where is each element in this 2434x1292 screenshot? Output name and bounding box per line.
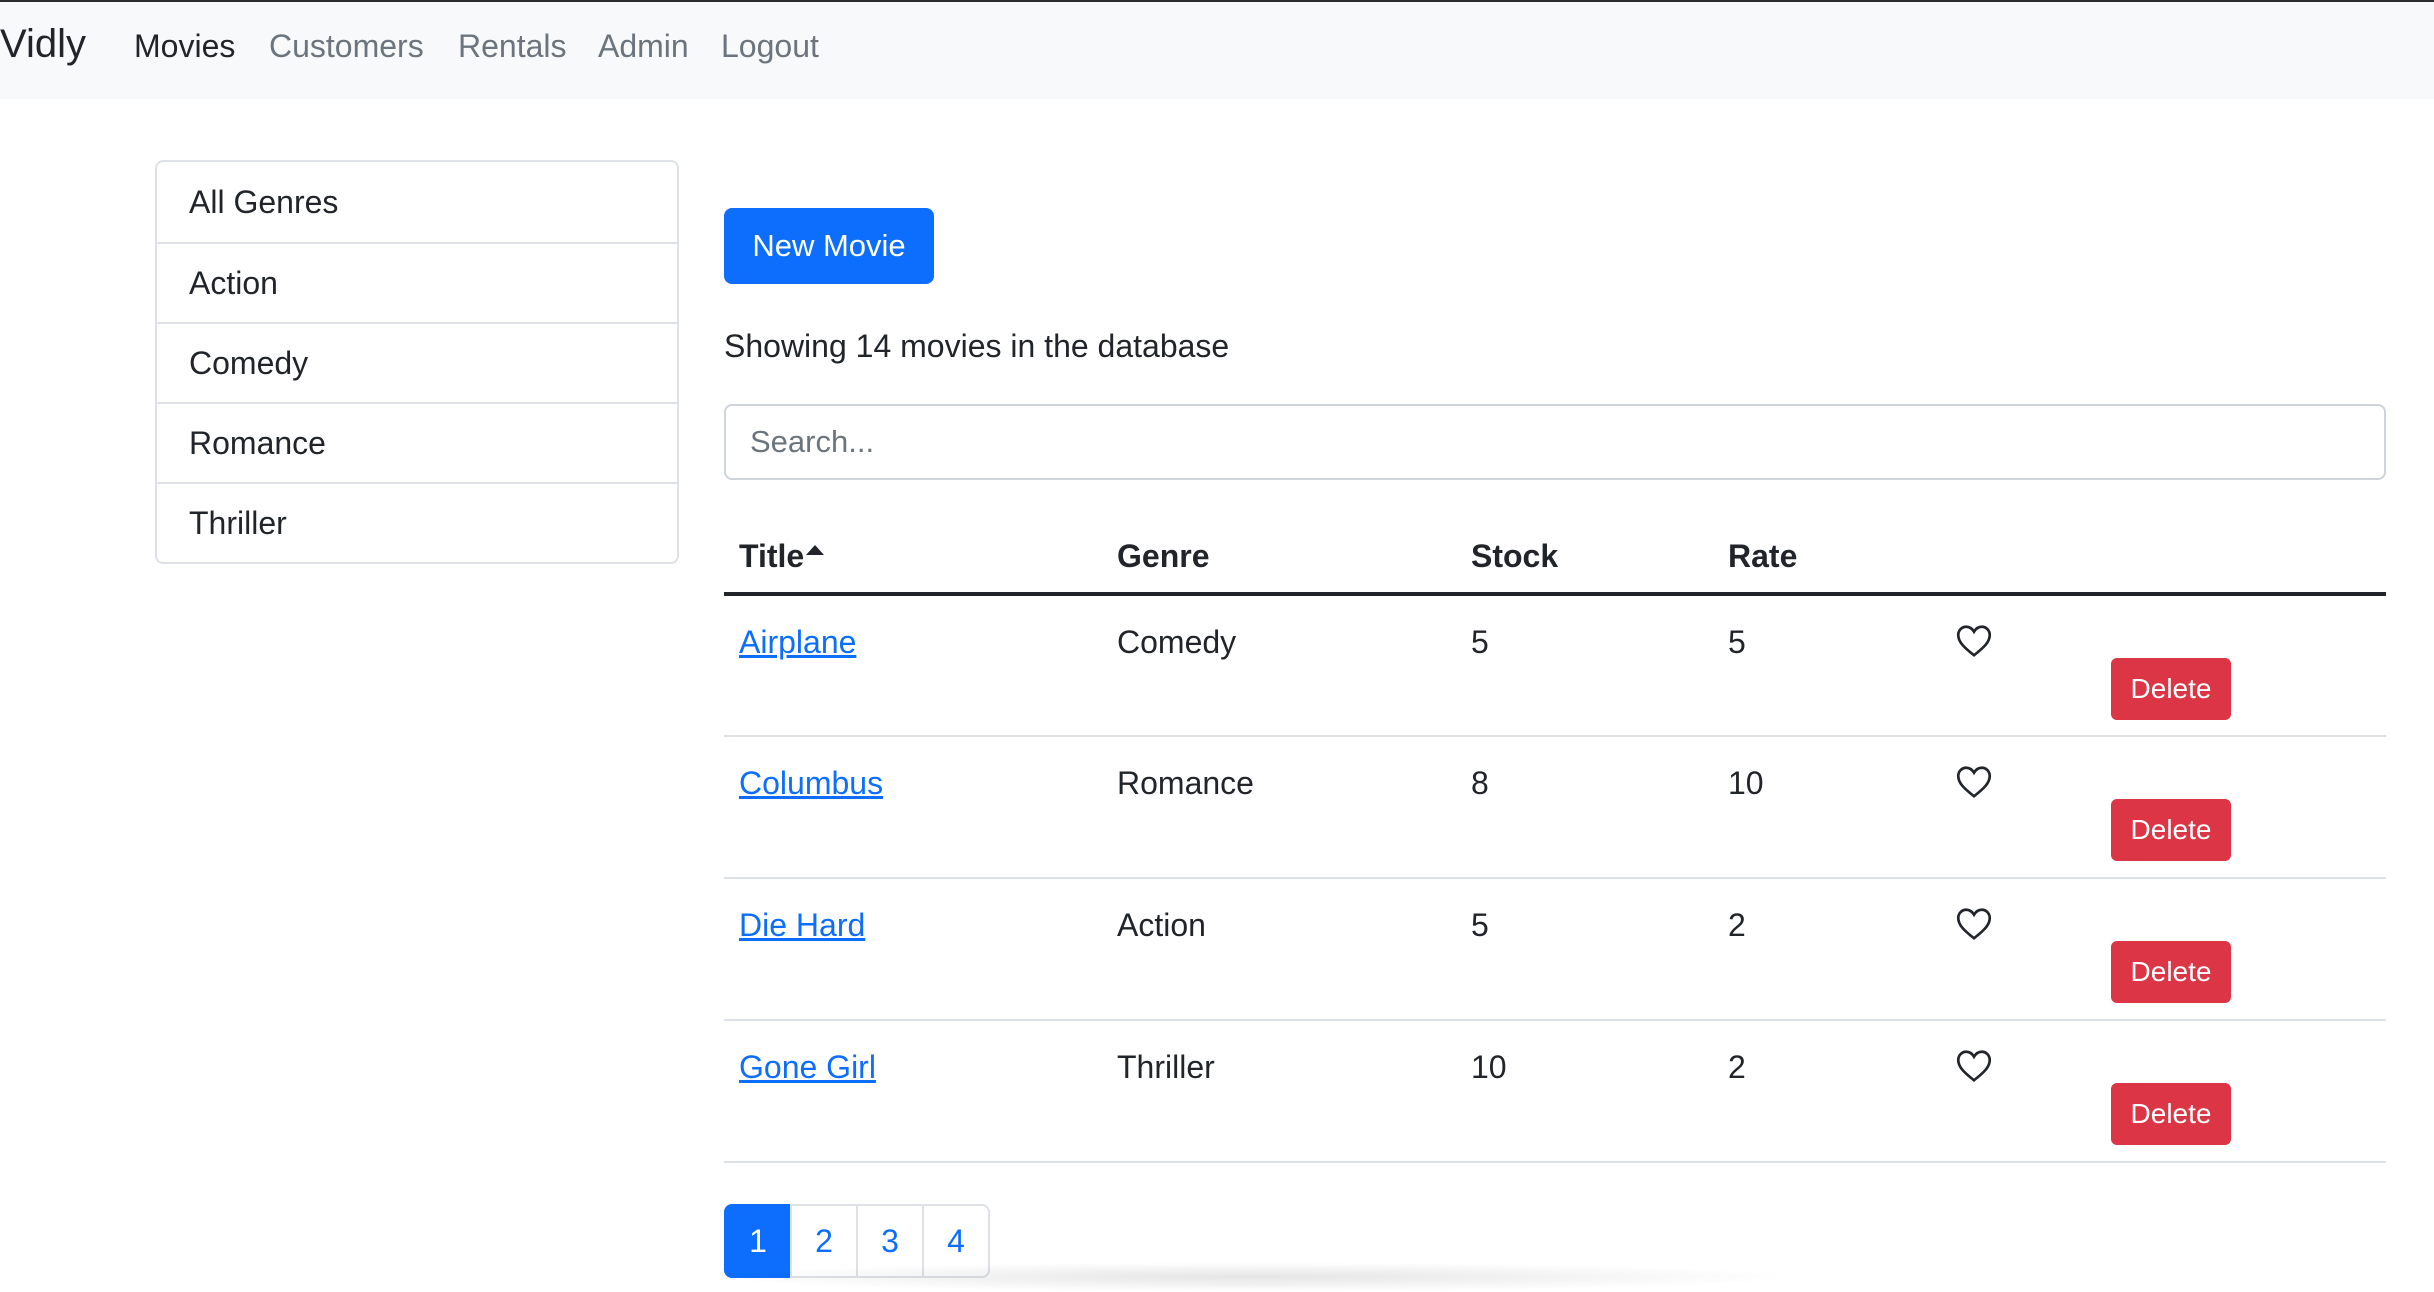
table-header-row: Title Genre Stock Rate	[724, 520, 2386, 596]
caret-up-icon	[806, 544, 825, 555]
cell-title: Gone Girl	[724, 1020, 1102, 1163]
heart-outline-icon[interactable]	[1956, 907, 1992, 941]
nav-link-rentals[interactable]: Rentals	[458, 28, 567, 65]
cell-actions: Delete	[2096, 1020, 2386, 1163]
movie-count-text: Showing 14 movies in the database	[724, 328, 1230, 364]
cell-actions: Delete	[2096, 594, 2386, 737]
cell-stock: 5	[1456, 594, 1713, 737]
search-input[interactable]	[724, 404, 2386, 480]
brand-logo[interactable]: Vidly	[0, 22, 86, 67]
cell-like	[1941, 594, 2096, 737]
nav-link-admin[interactable]: Admin	[598, 28, 689, 65]
movie-title-link[interactable]: Columbus	[739, 765, 883, 801]
table-row: Gone Girl Thriller 10 2 Delete	[724, 1020, 2386, 1163]
column-header-genre[interactable]: Genre	[1102, 520, 1456, 596]
genre-item-thriller[interactable]: Thriller	[157, 482, 677, 562]
cell-genre: Romance	[1102, 736, 1456, 879]
movie-title-link[interactable]: Airplane	[739, 624, 856, 660]
cell-like	[1941, 736, 2096, 879]
table-row: Columbus Romance 8 10 Delete	[724, 736, 2386, 879]
heart-outline-icon[interactable]	[1956, 1049, 1992, 1083]
movies-table: Title Genre Stock Rate Airplane Comedy 5…	[724, 520, 2386, 1163]
delete-button[interactable]: Delete	[2111, 941, 2231, 1003]
column-header-rate[interactable]: Rate	[1713, 520, 1941, 596]
cell-rate: 10	[1713, 736, 1941, 879]
delete-button[interactable]: Delete	[2111, 658, 2231, 720]
heart-outline-icon[interactable]	[1956, 765, 1992, 799]
movie-title-link[interactable]: Die Hard	[739, 907, 865, 943]
nav-link-customers[interactable]: Customers	[269, 28, 424, 65]
table-row: Airplane Comedy 5 5 Delete	[724, 594, 2386, 737]
genre-item-comedy[interactable]: Comedy	[157, 322, 677, 402]
cell-stock: 8	[1456, 736, 1713, 879]
genre-item-romance[interactable]: Romance	[157, 402, 677, 482]
cell-stock: 10	[1456, 1020, 1713, 1163]
cell-stock: 5	[1456, 878, 1713, 1021]
movie-title-link[interactable]: Gone Girl	[739, 1049, 876, 1085]
cell-actions: Delete	[2096, 736, 2386, 879]
column-header-stock[interactable]: Stock	[1456, 520, 1713, 596]
cell-title: Columbus	[724, 736, 1102, 879]
heart-outline-icon[interactable]	[1956, 624, 1992, 658]
nav-link-movies[interactable]: Movies	[134, 28, 235, 65]
cell-rate: 5	[1713, 594, 1941, 737]
column-header-actions	[2096, 520, 2386, 596]
cell-genre: Comedy	[1102, 594, 1456, 737]
column-header-like	[1941, 520, 2096, 596]
genre-item-all[interactable]: All Genres	[157, 162, 677, 242]
cell-genre: Action	[1102, 878, 1456, 1021]
column-header-title-label: Title	[739, 537, 805, 574]
cell-rate: 2	[1713, 1020, 1941, 1163]
cell-like	[1941, 1020, 2096, 1163]
cell-rate: 2	[1713, 878, 1941, 1021]
delete-button[interactable]: Delete	[2111, 799, 2231, 861]
delete-button[interactable]: Delete	[2111, 1083, 2231, 1145]
cell-title: Airplane	[724, 594, 1102, 737]
cell-actions: Delete	[2096, 878, 2386, 1021]
cell-genre: Thriller	[1102, 1020, 1456, 1163]
navbar: Vidly Movies Customers Rentals Admin Log…	[0, 2, 2434, 99]
new-movie-button[interactable]: New Movie	[724, 208, 934, 284]
nav-link-logout[interactable]: Logout	[721, 28, 819, 65]
genre-list: All Genres Action Comedy Romance Thrille…	[155, 160, 679, 564]
cell-like	[1941, 878, 2096, 1021]
bottom-shadow	[700, 1262, 1800, 1292]
cell-title: Die Hard	[724, 878, 1102, 1021]
column-header-title[interactable]: Title	[724, 520, 1102, 596]
table-row: Die Hard Action 5 2 Delete	[724, 878, 2386, 1021]
genre-item-action[interactable]: Action	[157, 242, 677, 322]
